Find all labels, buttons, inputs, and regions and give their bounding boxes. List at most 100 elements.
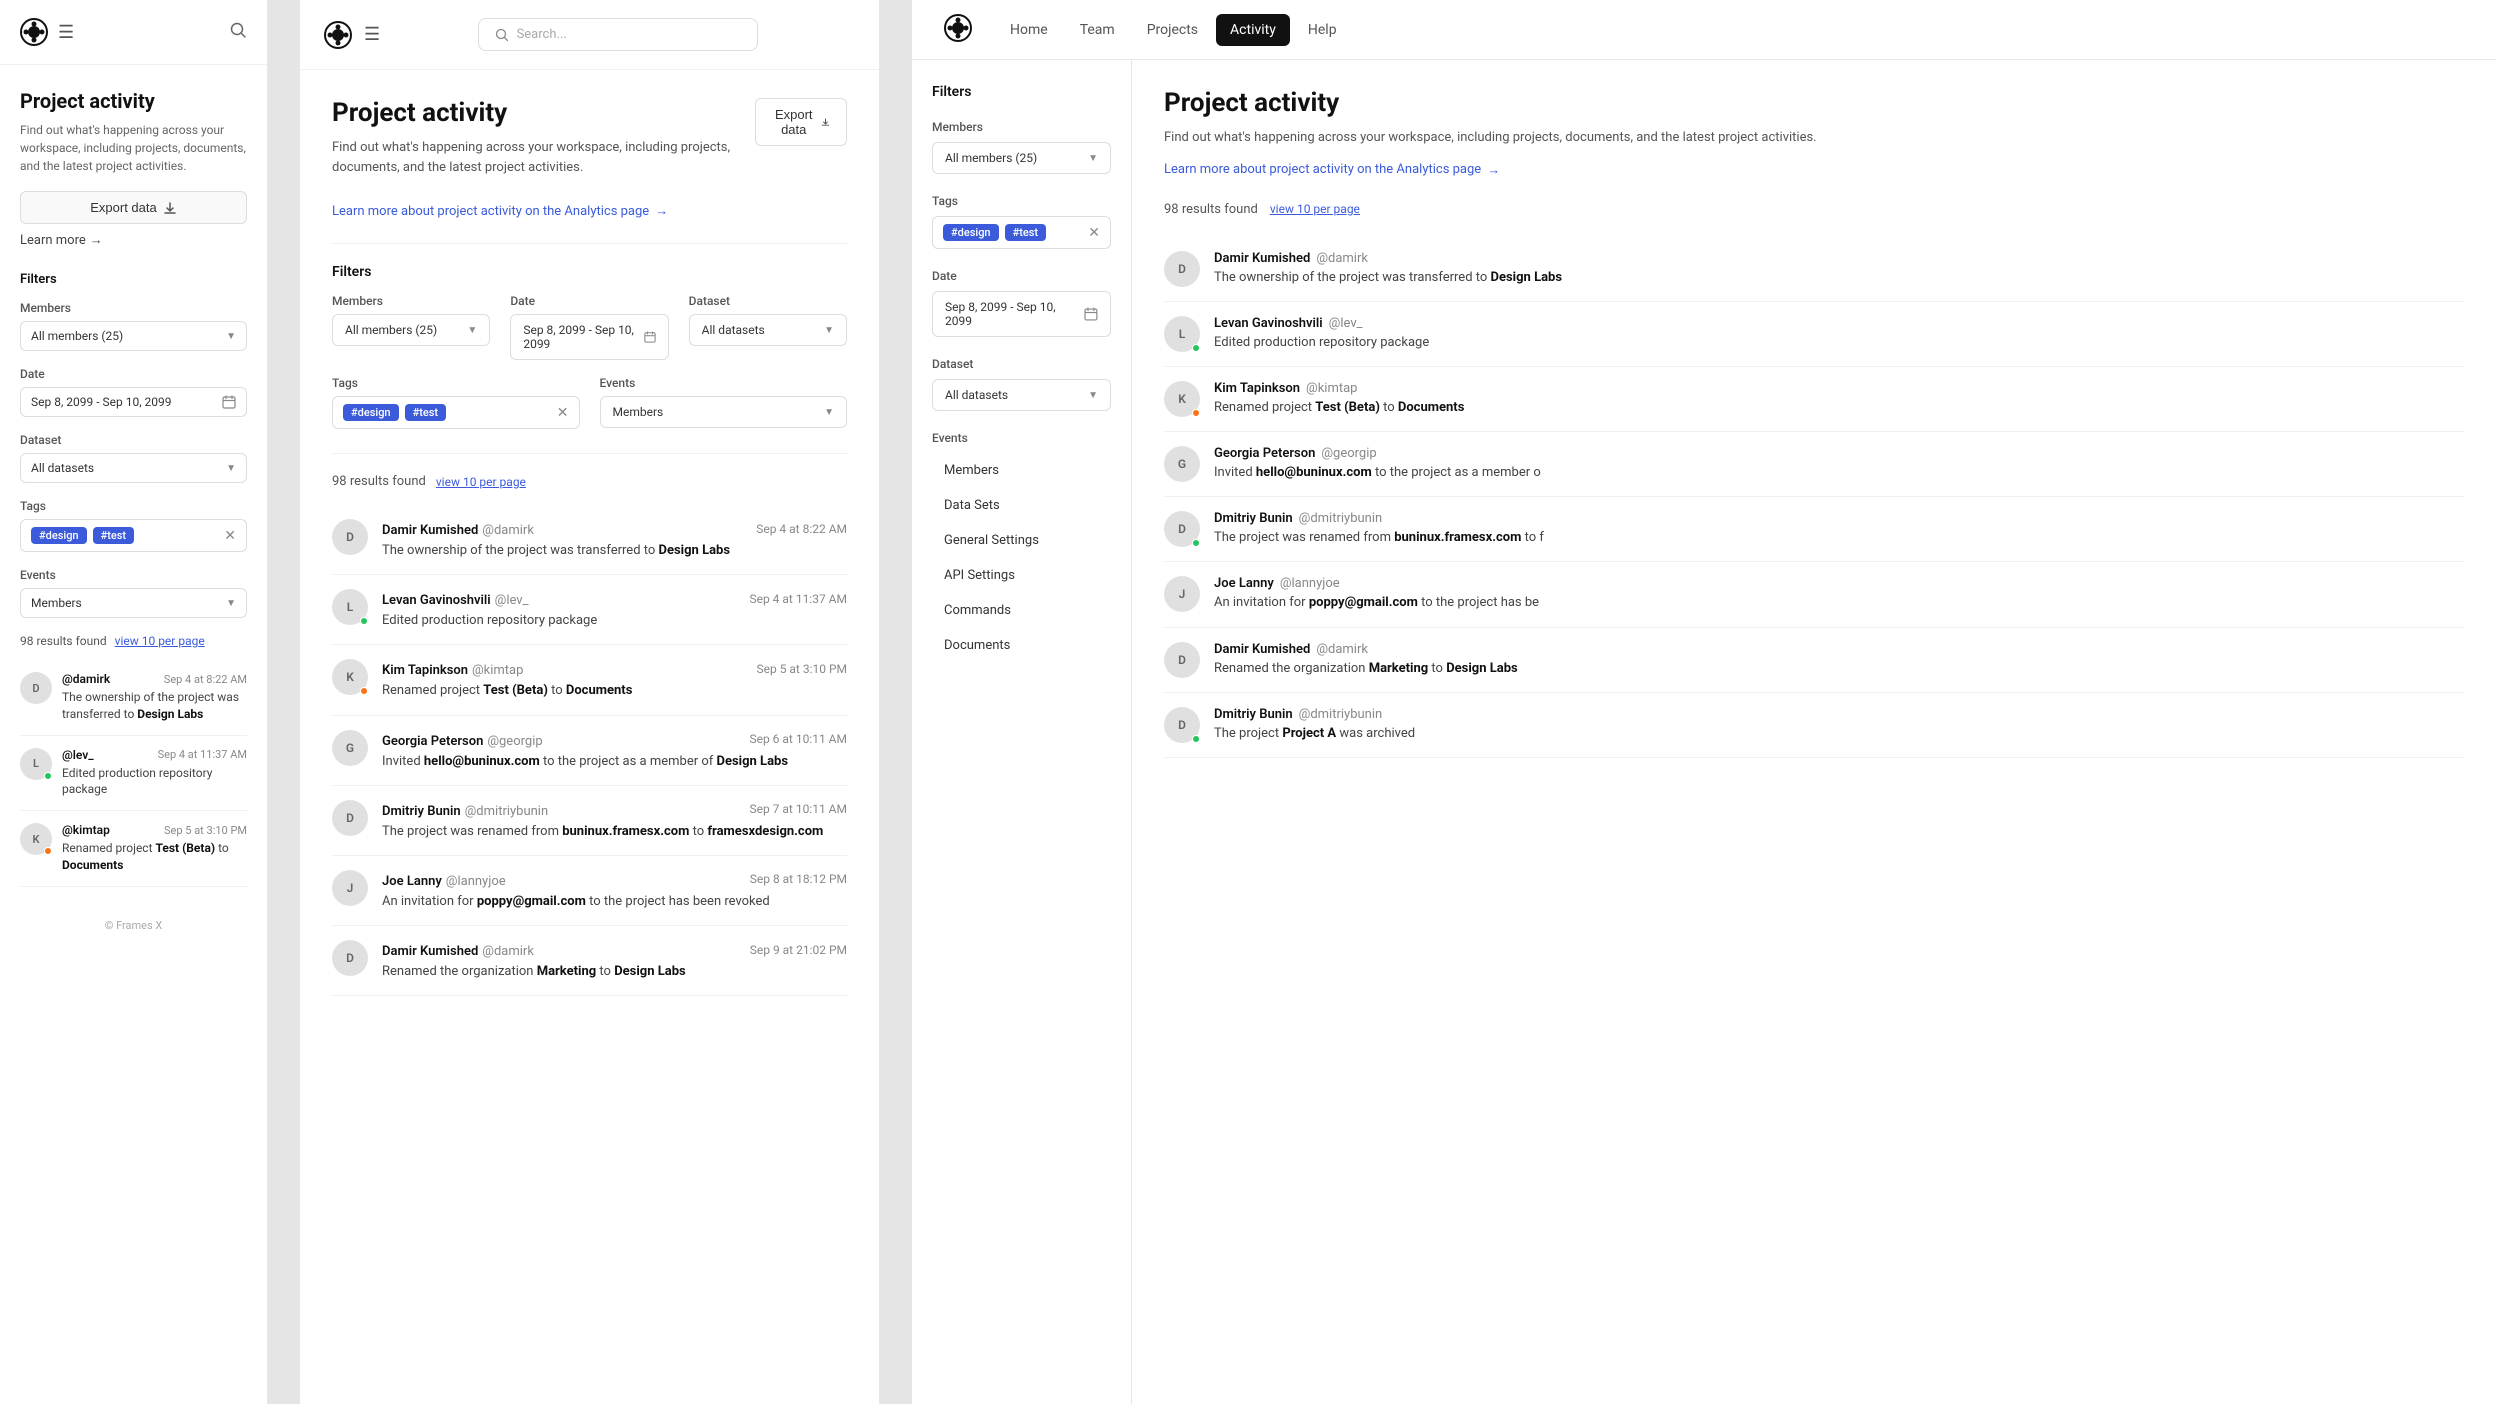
date-label: Date bbox=[510, 294, 668, 308]
chevron-down-icon: ▼ bbox=[1088, 390, 1098, 401]
user-name: Dmitriy Bunin bbox=[1214, 707, 1293, 722]
activity-body: @kimtap Sep 5 at 3:10 PM Renamed project… bbox=[62, 823, 247, 874]
user-name: Damir Kumished bbox=[1214, 642, 1310, 657]
tags-clear-button[interactable]: ✕ bbox=[1088, 225, 1100, 241]
nav-team[interactable]: Team bbox=[1066, 14, 1129, 46]
date-input[interactable]: Sep 8, 2099 - Sep 10, 2099 bbox=[20, 387, 247, 417]
event-item-api[interactable]: API Settings bbox=[932, 558, 1111, 593]
divider bbox=[332, 243, 847, 244]
dataset-dropdown[interactable]: All datasets ▼ bbox=[689, 314, 847, 346]
watermark: © Frames X bbox=[20, 919, 247, 932]
tags-inner: #design #test bbox=[343, 404, 446, 421]
results-count: 98 results found bbox=[332, 474, 426, 489]
tag-design: #design bbox=[343, 404, 399, 421]
date-filter: Date Sep 8, 2099 - Sep 10, 2099 bbox=[932, 269, 1111, 337]
left-top-bar: ☰ bbox=[0, 0, 267, 65]
members-filter: Members All members (25) ▼ bbox=[20, 301, 247, 351]
avatar: L bbox=[1164, 316, 1200, 352]
menu-icon[interactable]: ☰ bbox=[364, 24, 380, 45]
user-name: Georgia Peterson bbox=[1214, 446, 1315, 461]
activity-desc: Renamed project Test (Beta) to Documents bbox=[1214, 399, 2464, 417]
chevron-down-icon: ▼ bbox=[824, 407, 834, 418]
activity-body: Levan Gavinoshvili @lev_ Edited producti… bbox=[1214, 316, 2464, 352]
activity-body: Dmitriy Bunin @dmitriybunin Sep 7 at 10:… bbox=[382, 800, 847, 841]
event-item-members[interactable]: Members bbox=[932, 453, 1111, 488]
avatar: K bbox=[1164, 381, 1200, 417]
avatar: D bbox=[1164, 707, 1200, 743]
dataset-filter: Dataset All datasets ▼ bbox=[20, 433, 247, 483]
activity-time: Sep 6 at 10:11 AM bbox=[749, 732, 847, 746]
events-label: Events bbox=[932, 431, 1111, 445]
activity-desc: The ownership of the project was transfe… bbox=[382, 542, 847, 560]
export-button[interactable]: Export data bbox=[755, 98, 847, 146]
menu-icon[interactable]: ☰ bbox=[58, 22, 74, 43]
search-bar[interactable]: Search... bbox=[478, 18, 758, 51]
tags-clear-button[interactable]: ✕ bbox=[224, 528, 236, 544]
date-input[interactable]: Sep 8, 2099 - Sep 10, 2099 bbox=[510, 314, 668, 360]
events-value: Members bbox=[31, 596, 82, 610]
status-dot bbox=[44, 847, 52, 855]
activity-desc: Renamed project Test (Beta) to Documents bbox=[382, 682, 847, 700]
members-dropdown[interactable]: All members (25) ▼ bbox=[20, 321, 247, 351]
activity-time: Sep 8 at 18:12 PM bbox=[750, 872, 847, 886]
chevron-down-icon: ▼ bbox=[824, 325, 834, 336]
activity-user: Dmitriy Bunin @dmitriybunin bbox=[1214, 707, 2464, 722]
view-per-page-link[interactable]: view 10 per page bbox=[436, 475, 526, 489]
events-filter: Events Members Data Sets General Setting… bbox=[932, 431, 1111, 663]
dataset-dropdown[interactable]: All datasets ▼ bbox=[20, 453, 247, 483]
learn-more-link[interactable]: Learn more → bbox=[20, 232, 247, 248]
activity-body: @damirk Sep 4 at 8:22 AM The ownership o… bbox=[62, 672, 247, 723]
activity-body: Kim Tapinkson @kimtap Sep 5 at 3:10 PM R… bbox=[382, 659, 847, 700]
event-item-datasets[interactable]: Data Sets bbox=[932, 488, 1111, 523]
event-item-commands[interactable]: Commands bbox=[932, 593, 1111, 628]
chevron-down-icon: ▼ bbox=[226, 463, 236, 474]
dataset-dropdown[interactable]: All datasets ▼ bbox=[932, 379, 1111, 411]
events-dropdown[interactable]: Members ▼ bbox=[600, 396, 848, 428]
search-placeholder: Search... bbox=[517, 27, 567, 42]
activity-username: @lev_ bbox=[62, 748, 94, 762]
activity-user: Damir Kumished @damirk bbox=[1214, 642, 2464, 657]
event-item-documents[interactable]: Documents bbox=[932, 628, 1111, 663]
nav-help[interactable]: Help bbox=[1294, 14, 1351, 46]
date-filter: Date Sep 8, 2099 - Sep 10, 2099 bbox=[20, 367, 247, 417]
tags-clear-button[interactable]: ✕ bbox=[557, 405, 569, 421]
activity-time: Sep 5 at 3:10 PM bbox=[164, 824, 247, 837]
activity-body: Damir Kumished @damirk Renamed the organ… bbox=[1214, 642, 2464, 678]
events-label: Events bbox=[600, 376, 848, 390]
events-dropdown[interactable]: Members ▼ bbox=[20, 588, 247, 618]
date-input[interactable]: Sep 8, 2099 - Sep 10, 2099 bbox=[932, 291, 1111, 337]
filters-row-1: Members All members (25) ▼ Date Sep 8, 2… bbox=[332, 294, 847, 360]
nav-projects[interactable]: Projects bbox=[1133, 14, 1212, 46]
nav-home[interactable]: Home bbox=[996, 14, 1062, 46]
event-item-general[interactable]: General Settings bbox=[932, 523, 1111, 558]
chevron-down-icon: ▼ bbox=[226, 331, 236, 342]
activity-time: Sep 7 at 10:11 AM bbox=[749, 802, 847, 816]
activity-desc: Renamed project Test (Beta) to Documents bbox=[62, 840, 247, 874]
view-per-page-link[interactable]: view 10 per page bbox=[115, 634, 205, 648]
nav-activity[interactable]: Activity bbox=[1216, 14, 1290, 46]
status-dot bbox=[1192, 409, 1200, 417]
user-handle: @damirk bbox=[1316, 251, 1368, 266]
activity-desc: Edited production repository package bbox=[382, 612, 847, 630]
filters-row-2: Tags #design #test ✕ Events Members ▼ bbox=[332, 376, 847, 429]
activity-meta: Damir Kumished @damirk Sep 4 at 8:22 AM bbox=[382, 519, 847, 538]
search-button[interactable] bbox=[229, 21, 247, 44]
members-filter: Members All members (25) ▼ bbox=[932, 120, 1111, 174]
tags-filter: Tags #design #test ✕ bbox=[932, 194, 1111, 249]
members-dropdown[interactable]: All members (25) ▼ bbox=[932, 142, 1111, 174]
members-dropdown[interactable]: All members (25) ▼ bbox=[332, 314, 490, 346]
learn-more-link[interactable]: Learn more about project activity on the… bbox=[332, 203, 847, 219]
activity-meta: Georgia Peterson @georgip Sep 6 at 10:11… bbox=[382, 730, 847, 749]
avatar: D bbox=[1164, 642, 1200, 678]
search-icon bbox=[495, 28, 509, 42]
nav-logo bbox=[944, 14, 972, 46]
calendar-icon bbox=[1084, 307, 1098, 321]
list-item: D Damir Kumished @damirk Sep 9 at 21:02 … bbox=[332, 926, 847, 996]
learn-more-label: Learn more bbox=[20, 233, 86, 248]
list-item: K @kimtap Sep 5 at 3:10 PM Renamed proje… bbox=[20, 811, 247, 887]
learn-more-link[interactable]: Learn more about project activity on the… bbox=[1164, 162, 2464, 178]
view-per-page-link[interactable]: view 10 per page bbox=[1270, 202, 1360, 216]
search-icon bbox=[229, 21, 247, 39]
export-button[interactable]: Export data bbox=[20, 191, 247, 224]
activity-list: D Damir Kumished @damirk The ownership o… bbox=[1164, 237, 2464, 759]
